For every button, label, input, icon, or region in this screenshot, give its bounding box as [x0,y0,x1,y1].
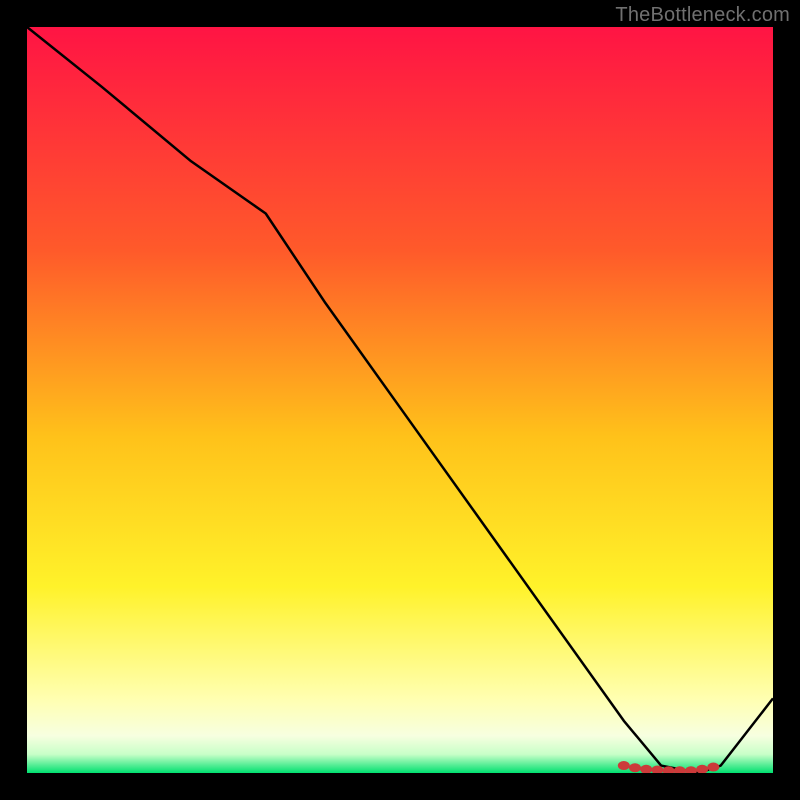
attribution-text: TheBottleneck.com [615,4,790,27]
data-marker [629,763,641,772]
chart-svg [27,27,773,773]
data-marker [618,761,630,770]
background-rect [27,27,773,773]
chart-frame: TheBottleneck.com [0,0,800,800]
plot-area [27,27,773,773]
data-marker [707,763,719,772]
